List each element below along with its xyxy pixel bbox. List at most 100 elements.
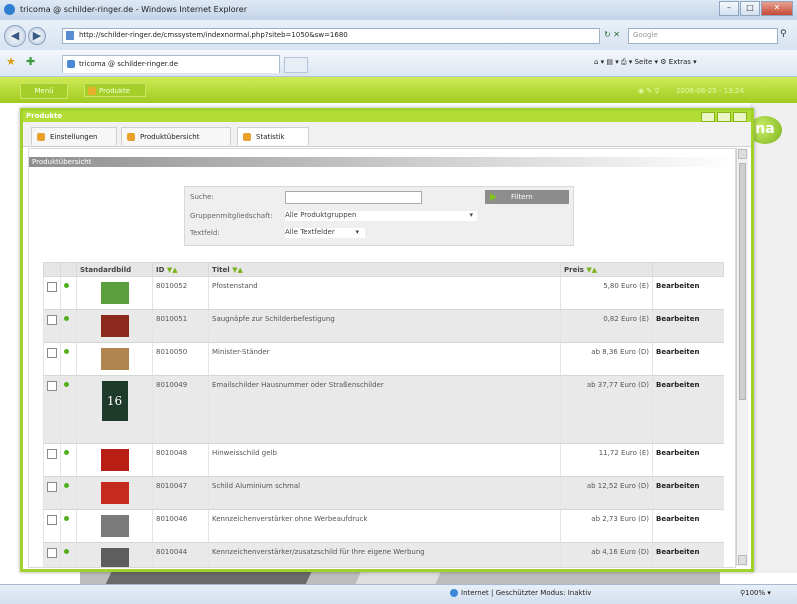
product-thumbnail[interactable]: [100, 482, 129, 504]
tab-einstellungen-label: Einstellungen: [50, 133, 98, 141]
status-active-icon: [64, 316, 69, 321]
product-thumbnail[interactable]: [100, 282, 129, 304]
produkte-taskbar-button[interactable]: Produkte: [84, 83, 146, 97]
header-title[interactable]: Titel ▼▲: [208, 262, 561, 277]
security-zone[interactable]: Internet | Geschützter Modus: Inaktiv: [450, 589, 591, 597]
window-minimize-icon[interactable]: [701, 112, 715, 122]
scroll-thumb[interactable]: [739, 163, 746, 400]
command-bar-items[interactable]: Seite ▾ ⚙ Extras ▾: [635, 58, 697, 66]
row-checkbox[interactable]: [47, 482, 57, 492]
row-edit-cell: Bearbeiten: [652, 309, 724, 343]
filter-button[interactable]: Filtern: [485, 190, 569, 204]
window-maximize-icon[interactable]: [717, 112, 731, 122]
tab-statistik[interactable]: Statistik: [237, 127, 309, 145]
new-tab-button[interactable]: [284, 57, 308, 73]
row-title: Kennzeichenverstärker/zusatzschild für I…: [208, 542, 561, 567]
textfield-select[interactable]: Alle Textfelder ▾: [285, 228, 365, 238]
row-edit-cell: Bearbeiten: [652, 276, 724, 310]
tab-produktuebersicht[interactable]: Produktübersicht: [121, 127, 231, 145]
row-edit-cell: Bearbeiten: [652, 443, 724, 477]
edit-link[interactable]: Bearbeiten: [656, 449, 700, 457]
row-id: 8010050: [152, 342, 209, 376]
url-input[interactable]: http://schilder-ringer.de/cmssystem/inde…: [62, 28, 600, 44]
minimize-icon[interactable]: –: [719, 1, 739, 16]
status-active-icon: [64, 283, 69, 288]
row-checkbox[interactable]: [47, 449, 57, 459]
edit-link[interactable]: Bearbeiten: [656, 515, 700, 523]
product-thumbnail[interactable]: [100, 548, 129, 567]
sort-icon[interactable]: ▼▲: [167, 266, 178, 274]
row-price: ab 2,73 Euro (D): [560, 509, 653, 543]
refresh-stop-icons[interactable]: ↻ ✕: [604, 30, 620, 39]
edit-link[interactable]: Bearbeiten: [656, 482, 700, 490]
row-status-cell: [60, 375, 77, 444]
table-row: 8010051 Saugnäpfe zur Schilderbefestigung…: [43, 309, 724, 343]
menu-button[interactable]: Menü: [20, 83, 68, 99]
status-active-icon: [64, 549, 69, 554]
row-checkbox[interactable]: [47, 282, 57, 292]
row-checkbox[interactable]: [47, 348, 57, 358]
row-status-cell: [60, 276, 77, 310]
window-header-controls: [701, 112, 747, 122]
product-thumbnail[interactable]: [100, 315, 129, 337]
search-icon[interactable]: ⚲: [780, 29, 787, 39]
zoom-level[interactable]: ⚲100% ▾: [740, 589, 771, 597]
filter-box: Suche: Gruppenmitgliedschaft: Alle Produ…: [184, 186, 574, 246]
window-header[interactable]: Produkte: [23, 111, 751, 122]
forward-button[interactable]: ▶: [28, 27, 46, 45]
address-bar: ◀ ▶ http://schilder-ringer.de/cmssystem/…: [0, 20, 797, 50]
header-id[interactable]: ID ▼▲: [152, 262, 209, 277]
product-thumbnail[interactable]: [100, 348, 129, 370]
product-thumbnail[interactable]: 16: [101, 381, 128, 421]
edit-link[interactable]: Bearbeiten: [656, 282, 700, 290]
maximize-icon[interactable]: □: [740, 1, 760, 16]
browser-tab[interactable]: tricoma @ schilder-ringer.de: [62, 55, 280, 73]
row-checkbox[interactable]: [47, 315, 57, 325]
edit-link[interactable]: Bearbeiten: [656, 348, 700, 356]
group-select[interactable]: Alle Produktgruppen ▾: [285, 211, 477, 221]
row-checkbox[interactable]: [47, 381, 57, 391]
header-checkbox-col: [43, 262, 61, 277]
window-title: tricoma @ schilder-ringer.de - Windows I…: [20, 5, 247, 14]
vertical-scrollbar[interactable]: [736, 148, 748, 566]
product-search-input[interactable]: [285, 191, 422, 204]
toolbar-icons[interactable]: ◉ ✎ ⚲: [638, 87, 660, 95]
sort-icon[interactable]: ▼▲: [232, 266, 243, 274]
product-thumbnail[interactable]: [100, 515, 129, 537]
edit-link[interactable]: Bearbeiten: [656, 548, 700, 556]
tab-einstellungen[interactable]: Einstellungen: [31, 127, 117, 145]
close-icon[interactable]: ✕: [761, 1, 793, 16]
table-row: 8010046 Kennzeichenverstärker ohne Werbea…: [43, 509, 724, 543]
search-input[interactable]: Google: [628, 28, 778, 44]
row-checkbox-cell: [43, 342, 61, 376]
back-button[interactable]: ◀: [4, 25, 26, 47]
window-close-icon[interactable]: [733, 112, 747, 122]
add-favorite-icon[interactable]: ✚: [26, 55, 35, 68]
sort-icon[interactable]: ▼▲: [586, 266, 597, 274]
row-status-cell: [60, 443, 77, 477]
row-edit-cell: Bearbeiten: [652, 342, 724, 376]
table-row: 8010048 Hinweisschild gelb 11,72 Euro (E) B…: [43, 443, 724, 477]
edit-link[interactable]: Bearbeiten: [656, 315, 700, 323]
edit-link[interactable]: Bearbeiten: [656, 381, 700, 389]
row-checkbox[interactable]: [47, 515, 57, 525]
row-title: Saugnäpfe zur Schilderbefestigung: [208, 309, 561, 343]
page-icon: [66, 31, 74, 40]
favorites-star-icon[interactable]: ★: [6, 55, 16, 68]
scroll-down-icon[interactable]: [738, 555, 747, 565]
scroll-up-icon[interactable]: [738, 149, 747, 159]
table-row: 16 8010049 Emailschilder Hausnummer oder S…: [43, 375, 724, 444]
header-id-label: ID: [156, 265, 165, 274]
command-bar[interactable]: ⌂ ▾ ▤ ▾ ⎙ ▾ Seite ▾ ⚙ Extras ▾: [594, 58, 697, 67]
header-price[interactable]: Preis ▼▲: [560, 262, 653, 277]
row-checkbox[interactable]: [47, 548, 57, 558]
row-image-cell: [76, 276, 153, 310]
row-title: Pfostenstand: [208, 276, 561, 310]
row-id: 8010052: [152, 276, 209, 310]
cms-top-bar: Menü Produkte ◉ ✎ ⚲ 2006-08-25 - 13:24: [0, 77, 797, 103]
product-thumbnail[interactable]: [100, 449, 129, 471]
row-status-cell: [60, 476, 77, 510]
row-price: ab 8,36 Euro (D): [560, 342, 653, 376]
row-title: Emailschilder Hausnummer oder Straßensch…: [208, 375, 561, 444]
row-title: Minister-Ständer: [208, 342, 561, 376]
